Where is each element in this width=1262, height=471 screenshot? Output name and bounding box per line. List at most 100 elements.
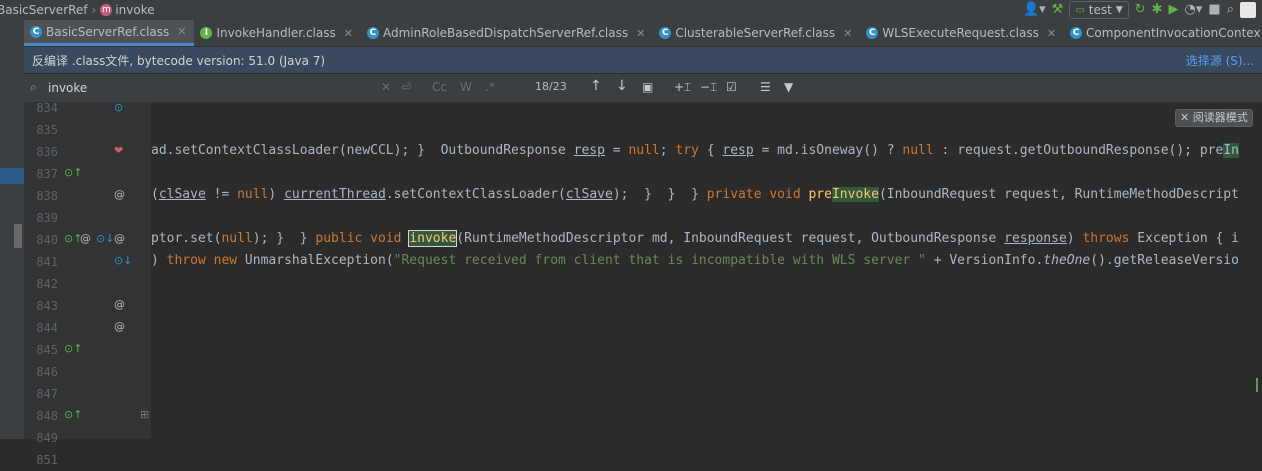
new-line-icon[interactable]: ⏎ xyxy=(401,80,411,94)
class-icon: C xyxy=(30,25,42,38)
run-config-icon: ▭ xyxy=(1075,4,1085,16)
tab-close-icon[interactable]: ✕ xyxy=(843,27,852,40)
implemented-icon[interactable]: ⊙↑ xyxy=(64,404,82,426)
tab-close-icon[interactable]: ✕ xyxy=(344,27,353,40)
remove-occurrence-icon[interactable]: −⌶ xyxy=(700,80,717,95)
class-icon: C xyxy=(1070,27,1083,39)
breadcrumb-class[interactable]: BasicServerRef xyxy=(0,3,88,17)
close-icon: ✕ xyxy=(1180,111,1190,124)
debug-icon[interactable]: ✱ xyxy=(1152,0,1163,20)
profile-icon[interactable]: ◔▾ xyxy=(1185,0,1203,20)
editor-tabs: C BasicServerRef.class ✕ I InvokeHandler.cla… xyxy=(24,20,1262,47)
tab-5[interactable]: C ComponentInvocationContex xyxy=(1064,20,1262,46)
tab-close-icon[interactable]: ✕ xyxy=(177,25,186,38)
search-icon[interactable]: ⌕ xyxy=(30,80,37,95)
rerun-icon[interactable]: ↻ xyxy=(1135,0,1146,20)
previous-occurrence-icon[interactable]: ↑ xyxy=(590,78,602,94)
implemented-icon[interactable]: ⊙↑ xyxy=(64,162,82,184)
match-case-button[interactable]: Cc xyxy=(432,80,447,94)
implemented-icon[interactable]: ⊙↑ xyxy=(64,338,82,360)
line-number: 844 xyxy=(36,321,58,335)
match-count: 18/23 xyxy=(535,80,567,93)
line-number: 843 xyxy=(36,299,58,313)
toolbar-right: 👤▾ ⚒ ▭ test ▼ ↻ ✱ ▶ ◔▾ ■ ⌕ xyxy=(1023,0,1262,20)
class-icon: C xyxy=(866,27,879,39)
plugin-icon[interactable] xyxy=(1240,2,1256,18)
line-number: 849 xyxy=(36,431,58,445)
class-icon: C xyxy=(659,27,672,39)
code-line-836: ad.setContextClassLoader(newCCL); } Outb… xyxy=(151,143,1239,158)
tab-label: ClusterableServerRef.class xyxy=(675,26,836,40)
select-all-icon[interactable]: ☑ xyxy=(726,80,737,94)
search-input[interactable]: invoke xyxy=(48,79,388,97)
scroll-marker[interactable] xyxy=(14,224,22,248)
code-line-838: (clSave != null) currentThread.setContex… xyxy=(151,187,1239,202)
add-occurrence-icon[interactable]: +⌶ xyxy=(674,80,691,95)
select-all-occurrences-icon[interactable]: ▣ xyxy=(642,80,653,94)
next-occurrence-icon[interactable]: ↓ xyxy=(616,78,628,94)
tab-label: BasicServerRef.class xyxy=(46,24,170,39)
stop-icon[interactable]: ■ xyxy=(1208,0,1220,20)
tab-close-icon[interactable]: ✕ xyxy=(1047,27,1056,40)
line-number: 840 xyxy=(36,233,58,247)
override-icon[interactable]: ⊙ xyxy=(114,97,123,119)
line-number: 836 xyxy=(36,145,58,159)
chevron-down-icon: ▼ xyxy=(1115,5,1123,15)
line-number: 835 xyxy=(36,123,58,137)
decompiled-notice-banner: 反编译 .class文件, bytecode version: 51.0 (Ja… xyxy=(24,47,1262,73)
build-hammer-icon[interactable]: ⚒ xyxy=(1052,0,1064,20)
method-icon: m xyxy=(100,4,113,16)
line-number: 841 xyxy=(36,255,58,269)
breadcrumb: BasicServerRef › m invoke xyxy=(0,0,155,20)
tab-2[interactable]: C AdminRoleBasedDispatchServerRef.class ✕ xyxy=(361,20,653,46)
decompiled-notice-text: 反编译 .class文件, bytecode version: 51.0 (Ja… xyxy=(32,53,326,68)
filter-options-icon[interactable]: ☰ xyxy=(760,80,771,94)
tab-close-icon[interactable]: ✕ xyxy=(636,27,645,40)
override-icon[interactable]: ⊙↓ xyxy=(114,250,132,272)
breadcrumb-method[interactable]: invoke xyxy=(115,3,154,17)
tool-window-marker[interactable] xyxy=(0,168,24,184)
class-icon: C xyxy=(366,27,379,39)
filter-icon[interactable]: ▼ xyxy=(784,80,793,94)
find-bar: ⌕ invoke ✕ ⏎ Cc W .* 18/23 ↑ ↓ ▣ +⌶ −⌶ ☑… xyxy=(24,74,1262,103)
reader-mode-button[interactable]: ✕ 阅读器模式 xyxy=(1175,109,1253,127)
breadcrumb-separator: › xyxy=(91,3,97,17)
annotation-icon[interactable]: @ xyxy=(114,184,125,206)
line-number: 848 xyxy=(36,409,58,423)
annotation-icon[interactable]: @ xyxy=(114,316,125,338)
code-line-841: ) throw new UnmarshalException("Request … xyxy=(151,253,1239,268)
reader-mode-label: 阅读器模式 xyxy=(1192,111,1248,124)
interface-icon: I xyxy=(200,27,213,39)
annotation-icon[interactable]: @ xyxy=(114,228,125,250)
code-line-840: ptor.set(null); } } public void invoke(R… xyxy=(151,230,1239,247)
tab-3[interactable]: C ClusterableServerRef.class ✕ xyxy=(653,20,860,46)
search-everywhere-icon[interactable]: ⌕ xyxy=(1227,0,1234,20)
choose-source-link[interactable]: 选择源 (S)... xyxy=(1186,52,1254,69)
annotation-icon[interactable]: @ xyxy=(114,294,125,316)
tab-1[interactable]: I InvokeHandler.class ✕ xyxy=(194,20,360,46)
annotation-icon[interactable]: @ xyxy=(80,228,91,250)
line-number: 838 xyxy=(36,189,58,203)
line-number: 842 xyxy=(36,277,58,291)
coverage-icon[interactable]: ▶ xyxy=(1169,0,1179,20)
fold-icon[interactable]: ⊞ xyxy=(140,404,149,426)
regex-button[interactable]: .* xyxy=(485,80,495,94)
editor-gutter[interactable]: ⊙ ❤ ⊙↑ @ ⊙↑ @ ⊙↓ @ ⊙↓ @ @ ⊙↑ ⊙↑ ⊞ 834 835… xyxy=(24,101,151,467)
override-icon[interactable]: ⊙↓ xyxy=(96,228,114,250)
code-editor[interactable]: ad.setContextClassLoader(newCCL); } Outb… xyxy=(151,103,1262,439)
user-icon[interactable]: 👤▾ xyxy=(1023,0,1046,20)
run-configuration-select[interactable]: ▭ test ▼ xyxy=(1069,1,1129,19)
breakpoint-icon[interactable]: ❤ xyxy=(114,140,123,162)
tab-label: WLSExecuteRequest.class xyxy=(882,26,1039,40)
line-number: 839 xyxy=(36,211,58,225)
words-button[interactable]: W xyxy=(460,80,472,94)
tab-0[interactable]: C BasicServerRef.class ✕ xyxy=(24,20,195,46)
navigation-bar: BasicServerRef › m invoke 👤▾ ⚒ ▭ test ▼ … xyxy=(0,0,1262,20)
line-number: 837 xyxy=(36,167,58,181)
line-number: 845 xyxy=(36,343,58,357)
line-number: 851 xyxy=(36,453,58,467)
line-number: 834 xyxy=(36,101,58,115)
clear-search-icon[interactable]: ✕ xyxy=(381,80,391,94)
tab-label: ComponentInvocationContex xyxy=(1086,26,1261,40)
tab-4[interactable]: C WLSExecuteRequest.class ✕ xyxy=(860,20,1064,46)
